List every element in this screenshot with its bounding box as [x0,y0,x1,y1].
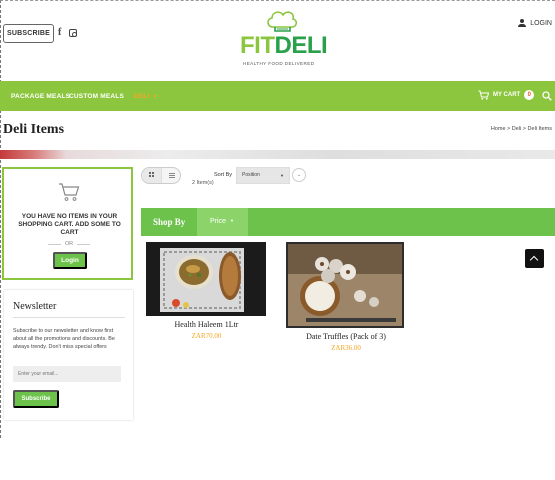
my-cart-label: MY CART [493,92,521,98]
nav-item-deli[interactable]: DELI ▼ [134,93,158,100]
list-view-icon[interactable] [162,168,181,183]
logo-deli: DELI [274,32,328,59]
breadcrumb-separator: > [522,126,527,132]
login-label: LOGIN [530,19,552,27]
breadcrumb-current: Deli Items [527,126,552,132]
site-logo[interactable]: FITDELI HEALTHY FOOD DELIVERED [240,10,328,68]
cart-login-button[interactable]: Login [53,252,87,269]
price-filter-label: Price [210,218,226,225]
logo-fit: FIT [240,32,275,59]
nav-item-custom-meals[interactable]: CUSTOM MEALS [69,93,124,100]
dropdown-arrow-icon: ▼ [280,173,284,178]
user-icon [518,19,527,27]
cart-count-badge: 0 [524,90,535,100]
subscribe-button[interactable]: SUBSCRIBE [3,24,54,43]
breadcrumb: Home > Deli > Deli Items [491,126,552,132]
breadcrumb-separator: > [507,126,511,132]
newsletter-title: Newsletter [13,301,57,312]
login-link[interactable]: LOGIN [518,19,552,27]
product-name[interactable]: Date Truffles (Pack of 3) [286,332,406,341]
product-name[interactable]: Health Haleem 1Ltr [146,320,267,329]
mini-cart-block: YOU HAVE NO ITEMS IN YOUR SHOPPING CART.… [2,167,133,280]
chevron-down-icon: ▼ [230,218,234,223]
sort-by-value: Position [242,172,260,178]
chevron-down-icon: ⌄ [296,172,302,178]
sort-by-select[interactable]: Position ▼ [236,167,290,184]
logo-wordmark: FITDELI [240,32,328,60]
view-mode-toggle [141,167,181,184]
or-divider: OR [48,241,90,247]
facebook-icon[interactable]: f [58,27,61,38]
my-cart-link[interactable]: MY CART 0 [478,90,535,100]
empty-cart-message: YOU HAVE NO ITEMS IN YOUR SHOPPING CART.… [18,213,121,236]
nav-item-deli-label: DELI [134,93,150,100]
page-title: Deli Items [3,122,65,137]
product-image-date-truffles[interactable] [286,242,404,328]
chef-hat-icon [267,11,298,32]
newsletter-block: Newsletter Subscribe to our newsletter a… [4,290,133,420]
breadcrumb-home[interactable]: Home [491,126,506,132]
main-nav: PACKAGE MEALS CUSTOM MEALS DELI ▼ MY CART… [0,81,555,111]
category-banner [0,150,555,159]
newsletter-subscribe-button[interactable]: Subscribe [13,390,59,408]
search-icon[interactable] [542,91,552,101]
item-count: 2 Item(s) [192,180,214,186]
cart-icon [478,90,489,100]
scroll-to-top-button[interactable] [525,249,544,268]
product-image-haleem[interactable] [146,242,266,316]
shopping-cart-icon [59,183,80,201]
product-price: ZAR70.00 [191,332,222,340]
sort-direction-button[interactable]: ⌄ [292,168,306,182]
newsletter-description: Subscribe to our newsletter and know fir… [13,328,115,350]
logo-tagline: HEALTHY FOOD DELIVERED [243,61,315,66]
product-price: ZAR36.00 [331,344,361,352]
instagram-icon[interactable] [69,29,77,37]
price-filter-tab[interactable]: Price ▼ [197,208,248,236]
grid-view-icon[interactable] [142,168,162,183]
sort-by-label: Sort By [214,172,233,178]
nav-item-package-meals[interactable]: PACKAGE MEALS [11,93,70,100]
newsletter-email-input[interactable] [13,366,121,382]
shop-by-bar: Shop By Price ▼ [141,208,555,236]
chevron-down-icon: ▼ [152,94,158,100]
newsletter-divider [13,317,125,318]
breadcrumb-deli[interactable]: Deli [512,126,521,132]
shop-by-label: Shop By [153,217,186,227]
